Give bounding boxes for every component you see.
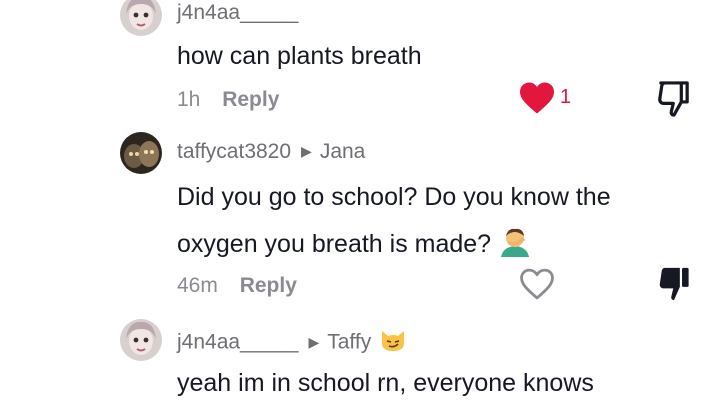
reply-arrow-icon: ▶ [308,333,320,350]
reply-button[interactable]: Reply [240,274,297,297]
reply-to-name[interactable]: Jana [320,140,366,163]
reply-to-name[interactable]: Taffy [327,331,371,354]
comment-meta: 46m Reply [177,274,297,298]
comment-username: taffycat3820 ▶ Jana [177,140,365,164]
comment-time: 1h [177,88,201,111]
username-link[interactable]: j4n4aa_____ [177,331,298,354]
avatar[interactable] [120,319,162,361]
thumbs-down-filled-icon[interactable] [656,265,692,303]
reply-button[interactable]: Reply [222,88,279,111]
comment-text-line: oxygen you breath is made? [177,227,531,264]
thumbs-down-icon[interactable] [656,80,692,118]
cat-smirk-icon [379,327,407,359]
comment-time: 46m [177,274,218,297]
comment-text-content: oxygen you breath is made? [177,230,492,259]
reply-arrow-icon: ▶ [301,143,312,159]
avatar[interactable] [120,132,162,174]
comment-username: j4n4aa_____ ▶ Taffy [177,327,407,359]
comment-text: yeah im in school rn, everyone knows [177,369,594,397]
comment-meta: 1h Reply [177,88,279,112]
heart-icon[interactable] [518,81,556,115]
comment-text: how can plants breath [177,42,422,70]
username-link[interactable]: taffycat3820 [177,140,291,163]
heart-outline-icon[interactable] [518,267,556,301]
man-facepalming-icon [499,227,531,264]
comment-username[interactable]: j4n4aa_____ [177,1,298,25]
like-count: 1 [560,86,572,108]
comment-text-line: Did you go to school? Do you know the [177,183,611,211]
avatar[interactable] [120,0,162,36]
